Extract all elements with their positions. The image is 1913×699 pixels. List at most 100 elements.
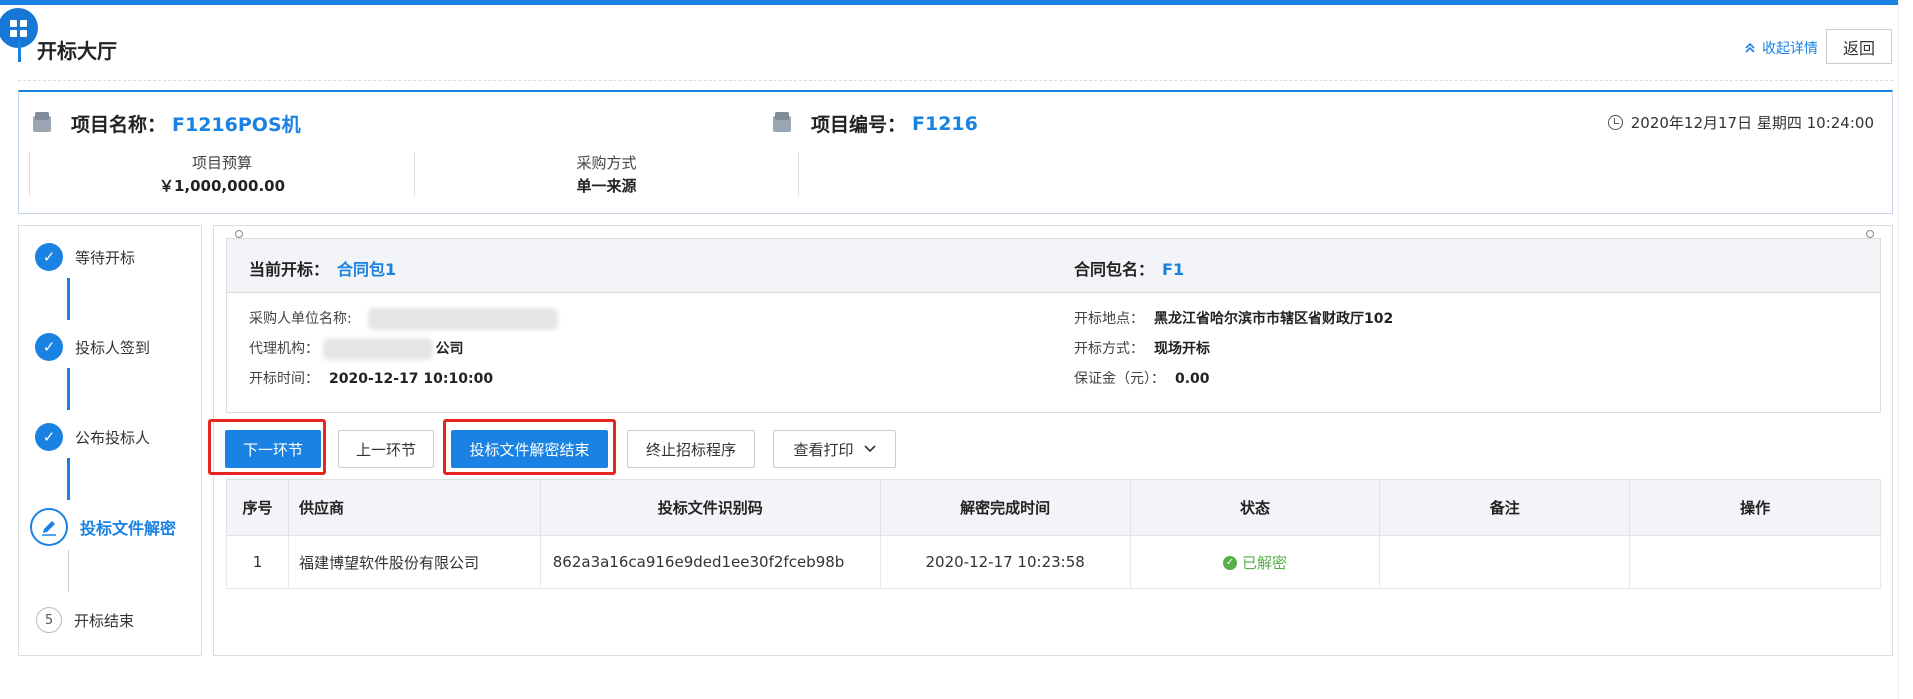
step-label: 开标结束	[74, 611, 135, 630]
agency-field: 代理机构： 公司	[249, 338, 463, 360]
package-value: F1	[1162, 260, 1185, 279]
step-label: 投标人签到	[75, 338, 151, 357]
title-accent	[18, 40, 21, 62]
pencil-icon	[30, 508, 68, 546]
check-icon: ✓	[35, 333, 63, 361]
project-name-label: 项目名称：	[71, 114, 167, 136]
method-label: 采购方式	[576, 154, 637, 172]
budget-info: 项目预算 ￥1,000,000.00	[29, 152, 414, 196]
redacted-purchaser	[368, 308, 559, 330]
bid-info-box: 当前开标： 合同包1 合同包名： F1 采购人单位名称: 代理机构： 公司 开标时间…	[226, 238, 1881, 413]
datetime-text: 2020年12月17日 星期四 10:24:00	[1630, 114, 1874, 132]
method-value: 单一来源	[576, 177, 637, 195]
status-text: 已解密	[1241, 554, 1287, 572]
step-progress-panel: ✓ 等待开标 ✓ 投标人签到 ✓ 公布投标人 投标文件解密 5 开标结束	[18, 225, 202, 656]
decryption-table: 序号 供应商 投标文件识别码 解密完成时间 状态 备注 操作 1 福建博望软件股…	[226, 479, 1881, 589]
step-decrypt[interactable]: 投标文件解密	[30, 508, 177, 546]
next-step-button[interactable]: 下一环节	[225, 430, 321, 468]
package-name: 合同包名： F1	[1074, 256, 1184, 280]
clock-icon	[1607, 115, 1623, 130]
step-label: 公布投标人	[75, 428, 151, 447]
collapse-details-link[interactable]: 收起详情	[1744, 38, 1818, 58]
col-remark: 备注	[1379, 479, 1631, 536]
current-bid-label: 当前开标：	[249, 260, 330, 279]
project-code-label: 项目编号：	[811, 114, 907, 136]
open-time-value: 2020-12-17 10:10:00	[329, 371, 494, 387]
print-dropdown[interactable]: 查看打印	[773, 430, 896, 468]
open-time-field: 开标时间： 2020-12-17 10:10:00	[249, 368, 493, 388]
project-code-icon	[773, 111, 791, 132]
purchaser-label: 采购人单位名称:	[249, 311, 352, 327]
datetime: 2020年12月17日 星期四 10:24:00	[1607, 112, 1874, 133]
budget-value: ￥1,000,000.00	[158, 177, 286, 195]
main-panel: 当前开标： 合同包1 合同包名： F1 采购人单位名称: 代理机构： 公司 开标时间…	[208, 225, 1893, 656]
check-circle-icon: ✓	[1222, 555, 1237, 570]
step-connector	[67, 278, 70, 320]
divider	[18, 80, 1893, 81]
decrypt-end-button[interactable]: 投标文件解密结束	[451, 430, 608, 468]
table-row[interactable]: 1 福建博望软件股份有限公司 862a3a16ca916e9ded1ee30f2…	[226, 535, 1881, 589]
back-button[interactable]: 返回	[1826, 29, 1892, 64]
mode-field: 开标方式： 现场开标	[1074, 338, 1210, 358]
step-end[interactable]: 5 开标结束	[35, 607, 134, 633]
deposit-field: 保证金（元）： 0.00	[1074, 368, 1210, 388]
mode-value: 现场开标	[1154, 341, 1210, 357]
col-no: 序号	[226, 479, 289, 536]
location-field: 开标地点： 黑龙江省哈尔滨市市辖区省财政厅102	[1074, 308, 1393, 328]
check-icon: ✓	[35, 423, 63, 451]
package-label: 合同包名：	[1074, 260, 1155, 279]
budget-label: 项目预算	[191, 154, 252, 172]
deposit-label: 保证金（元）：	[1074, 371, 1165, 387]
col-code: 投标文件识别码	[539, 479, 881, 536]
project-summary-card: 项目名称： F1216POS机 项目编号： F1216 2020年12月17日 …	[18, 90, 1893, 214]
step-label: 等待开标	[75, 248, 136, 267]
row-status: ✓ 已解密	[1129, 535, 1381, 589]
step-signin[interactable]: ✓ 投标人签到	[35, 333, 150, 361]
chevron-down-icon	[863, 445, 876, 453]
col-time: 解密完成时间	[879, 479, 1131, 536]
project-code-value: F1216	[912, 112, 978, 135]
step-connector	[67, 458, 70, 500]
row-time: 2020-12-17 10:23:58	[879, 535, 1131, 589]
step-connector	[67, 368, 70, 410]
agency-suffix: 公司	[435, 341, 464, 357]
top-accent-bar	[0, 0, 1913, 5]
current-bid-value: 合同包1	[337, 260, 397, 279]
prev-step-button[interactable]: 上一环节	[338, 430, 434, 468]
project-name: 项目名称： F1216POS机	[33, 110, 301, 137]
project-code: 项目编号： F1216	[773, 110, 978, 137]
step-connector	[68, 550, 69, 592]
step-announce[interactable]: ✓ 公布投标人	[35, 423, 150, 451]
bid-header: 当前开标： 合同包1 合同包名： F1	[227, 239, 1880, 293]
col-status: 状态	[1129, 479, 1381, 536]
row-op	[1629, 535, 1881, 589]
row-code: 862a3a16ca916e9ded1ee30f2fceb98b	[539, 535, 881, 589]
open-time-label: 开标时间：	[249, 371, 319, 387]
step-label: 投标文件解密	[80, 519, 177, 538]
terminate-button[interactable]: 终止招标程序	[627, 430, 755, 468]
row-no: 1	[226, 535, 289, 589]
col-supplier: 供应商	[287, 479, 541, 536]
row-remark	[1379, 535, 1631, 589]
status-badge: ✓ 已解密	[1222, 552, 1287, 573]
current-bid: 当前开标： 合同包1	[249, 256, 396, 280]
location-label: 开标地点：	[1074, 311, 1144, 327]
check-icon: ✓	[35, 243, 63, 271]
collapse-label: 收起详情	[1762, 41, 1818, 57]
deposit-value: 0.00	[1175, 371, 1210, 387]
location-value: 黑龙江省哈尔滨市市辖区省财政厅102	[1154, 311, 1394, 327]
project-name-value: F1216POS机	[172, 114, 301, 136]
purchaser-field: 采购人单位名称:	[249, 308, 559, 330]
row-supplier: 福建博望软件股份有限公司	[287, 535, 541, 589]
page-title: 开标大厅	[37, 39, 117, 63]
agency-label: 代理机构：	[249, 341, 319, 357]
col-op: 操作	[1629, 479, 1881, 536]
double-chevron-up-icon	[1745, 42, 1755, 53]
redacted-agency	[323, 338, 434, 360]
project-icon	[33, 111, 51, 132]
method-info: 采购方式 单一来源	[414, 152, 799, 196]
scrollbar[interactable]	[1898, 0, 1913, 699]
step-waiting[interactable]: ✓ 等待开标	[35, 243, 135, 271]
print-label: 查看打印	[793, 440, 854, 459]
mode-label: 开标方式：	[1074, 341, 1144, 357]
